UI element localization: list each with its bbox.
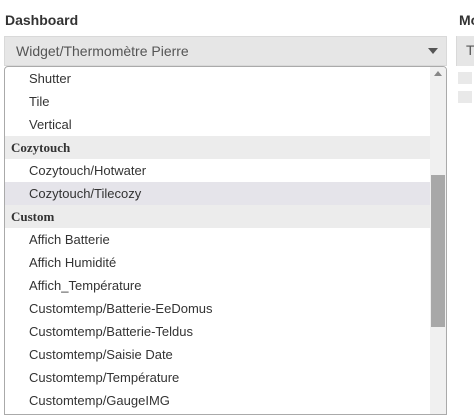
option-cozytouch-hotwater[interactable]: Cozytouch/Hotwater: [5, 159, 430, 182]
dropdown-options: Shutter Tile Vertical Cozytouch Cozytouc…: [5, 67, 430, 412]
option-customtemp-gaugeimg[interactable]: Customtemp/GaugeIMG: [5, 389, 430, 412]
option-cozytouch-tilecozy[interactable]: Cozytouch/Tilecozy: [5, 182, 430, 205]
option-affich-temperature[interactable]: Affich_Température: [5, 274, 430, 297]
option-shutter[interactable]: Shutter: [5, 67, 430, 90]
option-customtemp-batterie-eedomus[interactable]: Customtemp/Batterie-EeDomus: [5, 297, 430, 320]
option-affich-humidite[interactable]: Affich Humidité: [5, 251, 430, 274]
right-checkbox-2[interactable]: [458, 91, 472, 103]
dashboard-label: Dashboard: [5, 12, 79, 28]
option-affich-batterie[interactable]: Affich Batterie: [5, 228, 430, 251]
scroll-up-arrow-icon[interactable]: [434, 71, 442, 76]
option-vertical[interactable]: Vertical: [5, 113, 430, 136]
scrollbar-thumb[interactable]: [431, 175, 445, 327]
dropdown-scrollbar[interactable]: [430, 67, 446, 414]
option-tile[interactable]: Tile: [5, 90, 430, 113]
caret-down-icon[interactable]: [428, 48, 438, 54]
option-customtemp-saisie-date[interactable]: Customtemp/Saisie Date: [5, 343, 430, 366]
group-cozytouch: Cozytouch: [5, 136, 430, 159]
right-checkbox-1[interactable]: [458, 72, 472, 84]
group-custom: Custom: [5, 205, 430, 228]
option-customtemp-temperature[interactable]: Customtemp/Température: [5, 366, 430, 389]
right-select-value: T: [466, 42, 474, 58]
right-column-label: Mo: [459, 12, 474, 28]
option-customtemp-batterie-teldus[interactable]: Customtemp/Batterie-Teldus: [5, 320, 430, 343]
widget-select[interactable]: Widget/Thermomètre Pierre: [4, 36, 447, 66]
widget-dropdown-list[interactable]: Shutter Tile Vertical Cozytouch Cozytouc…: [4, 66, 447, 415]
widget-select-value: Widget/Thermomètre Pierre: [16, 43, 189, 59]
right-select[interactable]: T: [456, 36, 474, 66]
